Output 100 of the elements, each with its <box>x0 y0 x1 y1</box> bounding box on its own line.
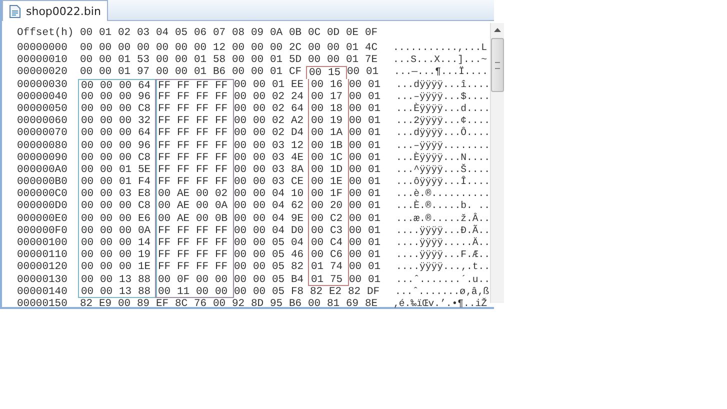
hex-byte: 00 <box>80 212 95 225</box>
ascii-text: ....ÿÿÿÿ...Ð.Ã.. <box>396 224 490 237</box>
hex-byte: 32 <box>137 115 152 128</box>
hex-byte: 00 <box>310 127 325 140</box>
hex-byte: 01 <box>367 115 382 128</box>
ascii-text: ...dÿÿÿÿ...Ô.... <box>396 127 490 140</box>
hex-byte: 00 <box>98 42 113 54</box>
hex-byte: 00 <box>348 164 363 176</box>
hex-byte: 00 <box>117 42 132 54</box>
row-offset: 000000F0 <box>17 224 68 237</box>
hex-byte: 00 <box>250 42 265 54</box>
hex-byte: 82 <box>79 298 94 310</box>
hex-byte: 13 <box>118 274 133 286</box>
hex-byte: 00 <box>79 42 94 54</box>
hex-byte: 05 <box>271 274 286 286</box>
hex-byte: 00 <box>252 140 267 152</box>
hex-byte: 62 <box>290 200 305 213</box>
hex-byte: D0 <box>290 224 305 237</box>
hex-byte: 00 <box>99 212 114 225</box>
hex-byte: 00 <box>310 200 325 213</box>
hex-byte: 00 <box>231 54 246 66</box>
hex-byte: 00 <box>118 224 133 237</box>
hex-byte: 00 <box>233 127 248 140</box>
hex-byte: FF <box>176 115 191 128</box>
hex-byte: 18 <box>329 102 344 116</box>
row-offset: 00000100 <box>17 237 68 250</box>
hex-byte: 00 <box>348 115 363 128</box>
hex-byte: 00 <box>99 224 114 237</box>
hex-byte: 00 <box>80 237 95 250</box>
hex-byte: 00 <box>195 286 210 297</box>
row-offset: 000000C0 <box>17 188 68 200</box>
hex-byte: FF <box>157 164 172 176</box>
hex-byte: 00 <box>252 127 267 140</box>
hex-byte: FF <box>214 102 229 116</box>
hex-byte: 01 <box>118 164 133 176</box>
column-header: 0B <box>288 26 303 41</box>
hex-byte: 03 <box>271 176 286 188</box>
row-offset: 000000B0 <box>17 176 68 188</box>
hex-byte: 01 <box>193 66 208 79</box>
hex-byte: 05 <box>271 286 286 298</box>
hex-byte: 01 <box>117 66 132 79</box>
hex-byte: 96 <box>137 90 152 103</box>
hex-byte: 00 <box>99 102 114 116</box>
hex-byte: 00 <box>310 90 325 103</box>
hex-byte: 00 <box>233 200 248 213</box>
hex-byte: 24 <box>290 90 305 103</box>
hex-byte: B4 <box>290 274 305 286</box>
hex-byte: FF <box>176 261 191 274</box>
hex-byte: 00 <box>80 176 95 188</box>
hex-byte: 00 <box>310 224 325 237</box>
hex-byte: FF <box>157 140 172 152</box>
hex-byte: 00 <box>348 152 363 164</box>
hex-byte: FF <box>214 90 229 103</box>
scroll-up-icon[interactable] <box>493 27 502 33</box>
hex-byte: C8 <box>137 200 152 213</box>
hex-byte: 00 <box>118 115 133 128</box>
hex-byte: 5E <box>137 164 152 176</box>
hex-byte: 14 <box>137 237 152 250</box>
hex-byte: 76 <box>193 298 208 310</box>
row-offset: 00000020 <box>17 66 68 79</box>
hex-byte: 00 <box>80 249 95 262</box>
hex-byte: 9E <box>290 212 305 225</box>
hex-byte: FF <box>157 80 172 91</box>
column-header: 05 <box>174 26 189 41</box>
hex-byte: 00 <box>99 200 114 213</box>
hex-byte: 00 <box>233 152 248 164</box>
hex-byte: FF <box>214 140 229 152</box>
scrollbar-thumb[interactable] <box>491 38 504 92</box>
hex-byte: 00 <box>269 42 284 54</box>
hex-byte: 00 <box>80 115 95 128</box>
hex-byte: 00 <box>307 42 322 54</box>
hex-byte: 00 <box>348 127 363 140</box>
hex-byte: 01 <box>367 164 382 176</box>
hex-byte: 75 <box>329 274 344 285</box>
hex-byte: 00 <box>80 224 95 237</box>
vertical-scrollbar[interactable] <box>490 23 504 303</box>
column-header: 06 <box>193 26 208 41</box>
hex-byte: 00 <box>348 140 363 152</box>
hex-byte: 00 <box>252 249 267 262</box>
hex-byte: FF <box>157 224 172 237</box>
hex-byte: FF <box>157 102 172 116</box>
hex-byte: 00 <box>99 140 114 152</box>
hex-byte: 00 <box>252 164 267 176</box>
file-tab[interactable]: shop0022.bin <box>2 0 108 21</box>
hex-byte: 01 <box>271 78 286 91</box>
row-offset: 00000080 <box>17 140 68 152</box>
row-offset: 00000130 <box>17 274 68 286</box>
hex-byte: 00 <box>310 140 325 152</box>
hex-byte: FF <box>195 224 210 237</box>
hex-byte: 00 <box>214 274 229 286</box>
hex-byte: 0B <box>214 212 229 225</box>
hex-byte: 01 <box>269 66 284 79</box>
ascii-text: ...È.®.....b. .. <box>396 200 490 212</box>
hex-byte: 00 <box>252 102 267 116</box>
hex-byte: 96 <box>137 140 152 152</box>
hex-byte: 46 <box>290 249 305 262</box>
hex-byte: 00 <box>252 286 267 298</box>
ascii-text: ...ˆ.......´.u.. <box>396 274 490 286</box>
hex-byte: 00 <box>252 188 267 200</box>
ascii-text: ...ˆ.......ø‚â‚ß <box>395 286 490 298</box>
